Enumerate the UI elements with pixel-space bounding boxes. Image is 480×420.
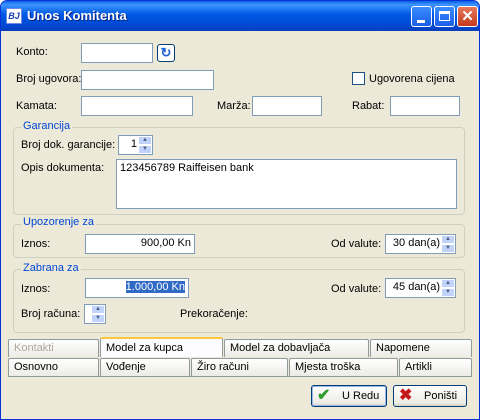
upozorenje-iznos-input[interactable]: 900,00 Kn <box>85 234 195 254</box>
spinner-arrows[interactable]: ▲ ▼ <box>138 136 152 154</box>
zabrana-od-valute-spinner[interactable]: 45 dan(a) ▲ ▼ <box>385 278 456 298</box>
tab-row-top: Kontakti Model za kupca Model za dobavlj… <box>8 337 472 357</box>
dialog-body: Konto: ↻ Broj ugovora: Ugovorena cijena … <box>4 31 476 417</box>
tab-napomene[interactable]: Napomene <box>370 339 472 357</box>
maximize-button[interactable] <box>434 6 455 27</box>
broj-garancije-label: Broj dok. garancije: <box>21 139 116 151</box>
upozorenje-od-valute-spinner[interactable]: 30 dan(a) ▲ ▼ <box>385 234 456 254</box>
spin-down-icon[interactable]: ▼ <box>441 288 455 297</box>
ugovorena-cijena-label: Ugovorena cijena <box>369 73 455 85</box>
tab-kontakti[interactable]: Kontakti <box>8 339 99 357</box>
garancija-title: Garancija <box>21 120 73 132</box>
zabrana-iznos-label: Iznos: <box>21 283 51 295</box>
rabat-label: Rabat: <box>352 100 385 112</box>
spin-down-icon[interactable]: ▼ <box>138 145 152 154</box>
minimize-icon <box>417 20 425 23</box>
spinner-arrows[interactable]: ▲ ▼ <box>91 305 105 323</box>
konto-input[interactable] <box>81 43 153 63</box>
ok-button-label: U Redu <box>342 390 380 402</box>
dialog-window: BJ Unos Komitenta ✕ Konto: ↻ Broj ugovor… <box>0 0 480 420</box>
app-icon: BJ <box>6 8 22 24</box>
zabrana-od-valute-value: 45 dan(a) <box>392 281 440 293</box>
tab-model-za-dobavljaca[interactable]: Model za dobavljača <box>224 339 369 357</box>
spin-up-icon[interactable]: ▲ <box>138 136 152 145</box>
ugovorena-cijena-checkbox[interactable] <box>352 72 365 85</box>
close-icon: ✕ <box>461 8 474 25</box>
broj-garancije-value: 1 <box>130 138 137 150</box>
tab-mjesta-troska[interactable]: Mjesta troška <box>289 358 398 376</box>
opis-dokumenta-label: Opis dokumenta: <box>21 162 105 174</box>
cancel-button-label: Poništi <box>424 390 458 402</box>
tab-baseline <box>8 376 472 377</box>
tab-artikli[interactable]: Artikli <box>399 358 472 376</box>
upozorenje-od-valute-label: Od valute: <box>331 238 382 250</box>
zabrana-title: Zabrana za <box>21 262 81 274</box>
tab-osnovno[interactable]: Osnovno <box>8 358 99 376</box>
broj-ugovora-label: Broj ugovora: <box>16 73 82 85</box>
rabat-input[interactable] <box>390 96 460 116</box>
refresh-icon[interactable]: ↻ <box>157 44 175 62</box>
spinner-arrows[interactable]: ▲ ▼ <box>441 235 455 253</box>
opis-dokumenta-textarea[interactable]: 123456789 Raiffeisen bank <box>116 159 457 209</box>
zabrana-od-valute-label: Od valute: <box>331 283 382 295</box>
tab-vodenje[interactable]: Vođenje <box>100 358 190 376</box>
spin-down-icon[interactable]: ▼ <box>441 244 455 253</box>
spinner-arrows[interactable]: ▲ ▼ <box>441 279 455 297</box>
tab-row-bottom: Osnovno Vođenje Žiro računi Mjesta trošk… <box>8 358 472 376</box>
broj-ugovora-input[interactable] <box>81 70 214 90</box>
cancel-button[interactable]: ✖ Poništi <box>393 385 467 407</box>
checkmark-icon: ✔ <box>317 387 331 404</box>
zabrana-iznos-input[interactable]: 1.000,00 Kn <box>85 278 189 298</box>
spin-up-icon[interactable]: ▲ <box>91 305 105 314</box>
marza-input[interactable] <box>252 96 322 116</box>
spin-up-icon[interactable]: ▲ <box>441 235 455 244</box>
maximize-icon <box>439 11 450 21</box>
marza-label: Marža: <box>217 100 251 112</box>
broj-racuna-label: Broj računa: <box>21 308 81 320</box>
upozorenje-iznos-label: Iznos: <box>21 238 51 250</box>
zabrana-iznos-value: 1.000,00 Kn <box>125 281 185 293</box>
tab-ziro-racuni[interactable]: Žiro računi <box>191 358 288 376</box>
tab-model-za-kupca[interactable]: Model za kupca <box>100 337 223 357</box>
kamata-input[interactable] <box>81 96 193 116</box>
prekoracenje-label: Prekoračenje: <box>180 308 248 320</box>
broj-racuna-spinner[interactable]: ▲ ▼ <box>84 304 106 324</box>
konto-label: Konto: <box>16 46 48 58</box>
spin-down-icon[interactable]: ▼ <box>91 314 105 323</box>
broj-garancije-spinner[interactable]: 1 ▲ ▼ <box>118 135 153 155</box>
title-bar[interactable]: BJ Unos Komitenta ✕ <box>1 1 479 31</box>
cancel-x-icon: ✖ <box>399 387 413 404</box>
upozorenje-od-valute-value: 30 dan(a) <box>392 237 440 249</box>
kamata-label: Kamata: <box>16 100 57 112</box>
ok-button[interactable]: ✔ U Redu <box>311 385 387 407</box>
upozorenje-title: Upozorenje za <box>21 216 96 228</box>
spin-up-icon[interactable]: ▲ <box>441 279 455 288</box>
window-title: Unos Komitenta <box>27 8 127 23</box>
close-button[interactable]: ✕ <box>457 6 478 27</box>
minimize-button[interactable] <box>411 6 432 27</box>
